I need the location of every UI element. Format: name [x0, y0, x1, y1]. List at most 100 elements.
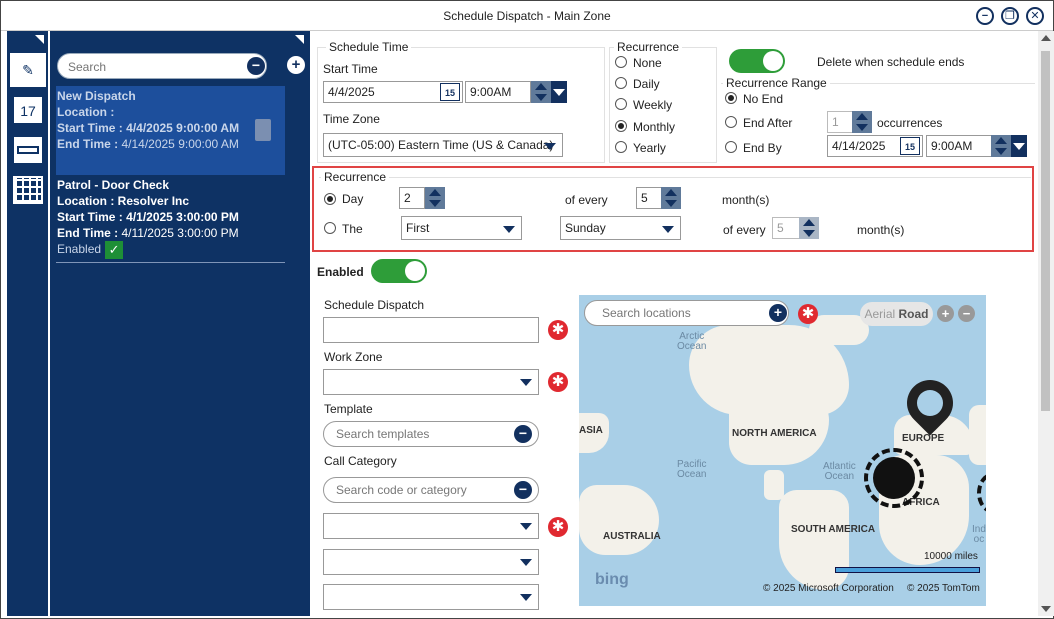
calendar-icon-day: 15 — [904, 142, 915, 152]
calendar-month-icon[interactable] — [10, 173, 46, 207]
chevron-down-icon — [520, 559, 532, 566]
indian-ocean-label: Ind oc — [972, 524, 986, 545]
radio-weekly[interactable] — [615, 98, 627, 110]
enabled-toggle[interactable] — [371, 259, 427, 283]
calendar-icon[interactable]: 15 — [900, 137, 920, 155]
search-collapse-icon[interactable]: − — [514, 481, 532, 499]
map-aerial-option[interactable]: Aerial — [864, 307, 895, 321]
scroll-down-icon[interactable] — [1041, 606, 1051, 612]
required-icon: ✱ — [548, 517, 568, 537]
calendar-week-icon[interactable] — [10, 133, 46, 167]
map-search-add-icon[interactable]: + — [769, 304, 787, 322]
category-select-1[interactable] — [323, 513, 539, 539]
search-collapse-icon[interactable]: − — [247, 57, 265, 75]
day-spinner[interactable] — [425, 187, 445, 209]
occurrences-spinner[interactable] — [852, 111, 872, 133]
calendar-day-icon[interactable]: 17 — [10, 93, 46, 127]
schedule-dispatch-input[interactable] — [323, 317, 539, 343]
end-time-dropdown[interactable] — [1011, 135, 1027, 157]
call-category-search[interactable]: Search code or category − — [323, 477, 539, 503]
every-value-2: 5 — [777, 221, 784, 235]
delete-when-ends-toggle[interactable] — [729, 49, 785, 73]
australia-label: AUSTRALIA — [603, 531, 661, 542]
close-button[interactable]: ✕ — [1026, 7, 1044, 25]
end-after-label: End After — [743, 116, 793, 130]
add-dispatch-button[interactable]: + — [287, 56, 305, 74]
collapse-corner-icon[interactable] — [295, 35, 304, 44]
required-icon: ✱ — [548, 372, 568, 392]
category-select-2[interactable] — [323, 549, 539, 575]
dispatch-card-selected[interactable]: New Dispatch Location : Start Time : 4/4… — [56, 86, 285, 175]
end-value: 4/11/2025 3:00:00 PM — [121, 226, 239, 240]
radio-none-label: None — [633, 56, 662, 70]
restore-button[interactable]: ❐ — [1001, 7, 1019, 25]
edit-schedule-icon[interactable]: ✎ — [10, 53, 46, 87]
trash-icon[interactable] — [255, 119, 271, 141]
start-time-field[interactable]: 9:00AM — [465, 81, 531, 103]
end-time-spinner[interactable] — [991, 135, 1011, 157]
dispatch-card[interactable]: Patrol - Door Check Location : Resolver … — [56, 177, 285, 259]
map-search-box[interactable]: Search locations + — [584, 300, 789, 326]
radio-monthly-label: Monthly — [633, 120, 676, 134]
list-divider — [56, 262, 285, 263]
minimize-button[interactable]: − — [976, 7, 994, 25]
time-zone-select[interactable]: (UTC-05:00) Eastern Time (US & Canada) — [323, 133, 563, 157]
list-search-input[interactable] — [68, 58, 238, 76]
start-time-dropdown[interactable] — [551, 81, 567, 103]
occurrences-value: 1 — [832, 115, 839, 129]
scroll-up-icon[interactable] — [1041, 35, 1051, 41]
map-copyright-ms: © 2025 Microsoft Corporation — [763, 583, 894, 594]
cluster-marker-icon[interactable] — [977, 473, 986, 513]
start-date-value: 4/4/2025 — [328, 85, 375, 99]
occurrences-field[interactable]: 1 — [827, 111, 853, 133]
end-label: End Time : — [57, 226, 119, 240]
radio-no-end[interactable] — [725, 92, 737, 104]
radio-none[interactable] — [615, 56, 627, 68]
pacific-ocean-label: Pacific Ocean — [677, 459, 707, 480]
chevron-down-icon — [520, 523, 532, 530]
day-label: Day — [342, 192, 364, 206]
collapse-corner-icon[interactable] — [35, 35, 44, 44]
map-type-toggle[interactable]: Aerial Road — [860, 302, 933, 326]
zoom-in-icon[interactable]: + — [937, 305, 954, 322]
radio-daily[interactable] — [615, 77, 627, 89]
day-value-field[interactable]: 2 — [399, 187, 425, 209]
radio-end-after[interactable] — [725, 116, 737, 128]
radio-yearly[interactable] — [615, 141, 627, 153]
search-collapse-icon[interactable]: − — [514, 425, 532, 443]
schedule-dispatch-label: Schedule Dispatch — [324, 298, 425, 312]
card-title: New Dispatch — [57, 89, 136, 103]
end-time-field[interactable]: 9:00AM — [926, 135, 1000, 157]
radio-weekly-label: Weekly — [633, 98, 673, 112]
every-spinner-2[interactable] — [799, 217, 819, 239]
radio-end-by[interactable] — [725, 141, 737, 153]
asia-label: ASIA — [579, 425, 603, 436]
chevron-down-icon — [662, 226, 674, 233]
scroll-thumb[interactable] — [1041, 51, 1050, 411]
category-select-3[interactable] — [323, 584, 539, 610]
card-title: Patrol - Door Check — [57, 178, 170, 192]
map-road-option[interactable]: Road — [899, 307, 929, 321]
radio-day[interactable] — [324, 193, 336, 205]
occurrences-label: occurrences — [877, 116, 943, 130]
weekday-select[interactable]: Sunday — [560, 216, 681, 240]
vertical-scrollbar[interactable] — [1038, 31, 1054, 616]
work-zone-label: Work Zone — [324, 350, 383, 364]
start-time-spinner[interactable] — [531, 81, 551, 103]
work-zone-select[interactable] — [323, 369, 539, 395]
every-value-field-2[interactable]: 5 — [772, 217, 800, 239]
radio-yearly-label: Yearly — [633, 141, 666, 155]
template-search[interactable]: Search templates − — [323, 421, 539, 447]
zoom-out-icon[interactable]: − — [958, 305, 975, 322]
calendar-icon[interactable]: 15 — [440, 83, 460, 101]
map-view[interactable]: Arctic Ocean Pacific Ocean Atlantic Ocea… — [579, 295, 986, 606]
radio-the[interactable] — [324, 222, 336, 234]
cluster-marker-icon[interactable] — [864, 448, 924, 508]
north-america-label: NORTH AMERICA — [732, 428, 817, 439]
every-spinner[interactable] — [661, 187, 681, 209]
every-value-field[interactable]: 5 — [636, 187, 662, 209]
radio-monthly[interactable] — [615, 120, 627, 132]
arctic-ocean-label: Arctic Ocean — [677, 331, 707, 352]
icon-sidebar: ✎ 17 — [7, 31, 49, 616]
ordinal-select[interactable]: First — [401, 216, 522, 240]
